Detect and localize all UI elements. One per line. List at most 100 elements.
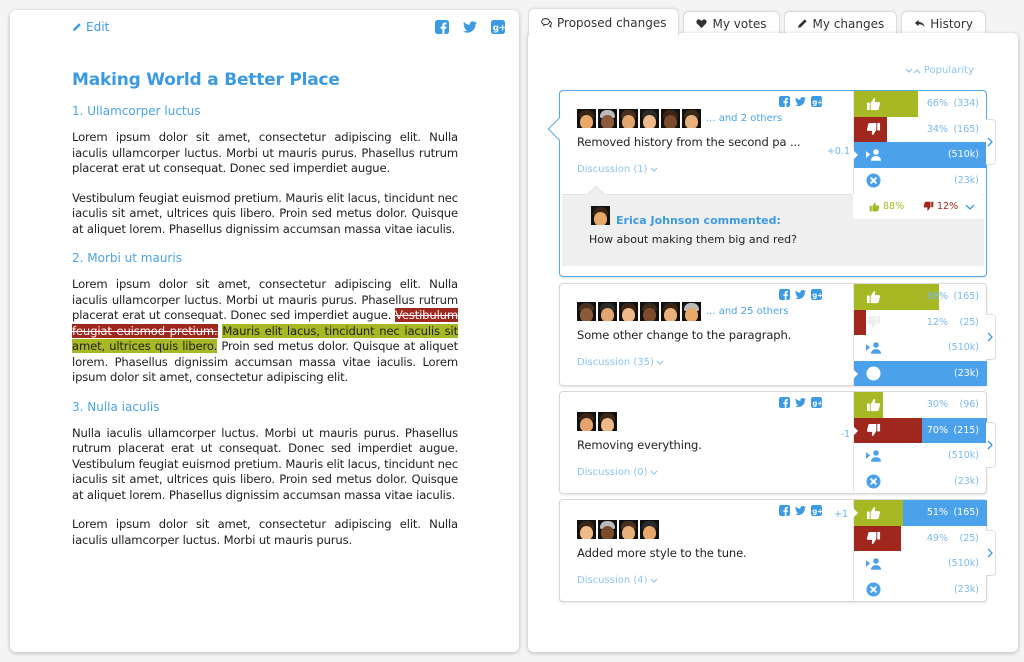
vote-panel: 88% (165) 12% (25) (510k) (23k)	[853, 284, 987, 386]
change-card[interactable]: Removing everything. Discussion (0) -1 30…	[559, 391, 996, 495]
facebook-icon[interactable]	[779, 505, 790, 516]
google-plus-icon[interactable]	[811, 289, 822, 300]
paragraph: Lorem ipsum dolor sit amet, consectetur …	[72, 130, 458, 175]
avatar[interactable]	[577, 109, 596, 128]
reject-vote-row[interactable]: 34% (165)	[854, 116, 987, 142]
facebook-icon[interactable]	[779, 96, 790, 107]
chevron-down-icon	[650, 167, 658, 172]
google-plus-icon[interactable]	[811, 397, 822, 408]
discussion-label: Discussion (35)	[577, 357, 654, 368]
expand-votes-button[interactable]	[986, 314, 996, 360]
twitter-icon[interactable]	[795, 505, 806, 516]
approve-vote-row[interactable]: 51% (165)	[853, 500, 987, 526]
approve-vote-row[interactable]: 30% (96)	[854, 392, 987, 418]
google-plus-icon[interactable]	[491, 20, 505, 34]
supporter-avatars	[577, 520, 659, 539]
change-card[interactable]: ... and 2 others Removed history from the…	[547, 90, 996, 277]
twitter-icon[interactable]	[795, 289, 806, 300]
thumbs-down-icon	[923, 201, 934, 212]
comment-approve[interactable]: 88%	[869, 201, 904, 212]
delegate-vote-count: (510k)	[947, 149, 979, 161]
delegate-vote-row[interactable]: (510k)	[854, 551, 987, 577]
comment-reject[interactable]: 12%	[923, 201, 958, 212]
discussion-toggle[interactable]: Discussion (0)	[577, 467, 658, 478]
avatar[interactable]	[577, 302, 596, 321]
avatar[interactable]	[640, 520, 659, 539]
pencil-icon	[797, 19, 807, 28]
reject-vote-row[interactable]: 49% (25)	[854, 525, 987, 551]
avatar[interactable]	[619, 520, 638, 539]
sort-popularity-button[interactable]: Popularity	[905, 65, 974, 76]
facebook-icon[interactable]	[779, 289, 790, 300]
approve-vote-count: (165)	[953, 291, 979, 303]
tab-my-changes[interactable]: My changes	[783, 11, 898, 35]
avatar[interactable]	[682, 109, 701, 128]
vote-panel: 51% (165) 49% (25) (510k) (23k)	[853, 500, 987, 601]
delegate-vote-row[interactable]: (510k)	[854, 443, 987, 469]
avatar[interactable]	[682, 302, 701, 321]
avatar[interactable]	[598, 520, 617, 539]
row-pointer	[853, 368, 858, 379]
facebook-icon[interactable]	[779, 397, 790, 408]
avatar[interactable]	[577, 520, 596, 539]
avatar[interactable]	[640, 302, 659, 321]
tab-history[interactable]: History	[901, 11, 986, 35]
abstain-vote-row[interactable]: (23k)	[854, 469, 987, 495]
abstain-vote-row[interactable]: (23k)	[854, 577, 987, 603]
twitter-icon[interactable]	[463, 20, 477, 34]
change-description: Added more style to the tune.	[577, 546, 747, 560]
tab-proposed-changes[interactable]: Proposed changes	[528, 8, 680, 36]
google-plus-icon[interactable]	[811, 505, 822, 516]
change-share-bar	[779, 289, 822, 300]
reject-vote-row[interactable]: 70% (215)	[853, 417, 987, 443]
expand-votes-button[interactable]	[986, 530, 996, 576]
abstain-vote-count: (23k)	[953, 367, 979, 379]
avatar[interactable]	[661, 302, 680, 321]
abstain-vote-row[interactable]: (23k)	[854, 168, 987, 194]
change-card[interactable]: Added more style to the tune. Discussion…	[559, 499, 996, 602]
others-link[interactable]: ... and 2 others	[706, 113, 782, 124]
google-plus-icon[interactable]	[811, 96, 822, 107]
approve-vote-row[interactable]: 88% (165)	[854, 284, 987, 310]
tab-label: Proposed changes	[557, 15, 667, 30]
avatar[interactable]	[598, 412, 617, 431]
score-change: +0.1	[826, 146, 850, 157]
delegate-vote-row[interactable]: (510k)	[853, 142, 987, 168]
change-card[interactable]: ... and 25 others Some other change to th…	[559, 283, 996, 386]
delegate-vote-row[interactable]: (510k)	[854, 335, 987, 361]
changes-panel: Popularity ... and 2 others Removed histo…	[528, 33, 1018, 652]
others-link[interactable]: ... and 25 others	[706, 306, 788, 317]
abstain-vote-count: (23k)	[953, 475, 979, 487]
edit-button[interactable]: Edit	[72, 20, 109, 34]
comment-author[interactable]: Erica Johnson commented:	[616, 214, 781, 227]
avatar[interactable]	[640, 109, 659, 128]
discussion-toggle[interactable]: Discussion (1)	[577, 164, 658, 175]
document-panel: Edit Making World a Better Place 1. Ulla…	[10, 10, 519, 652]
avatar[interactable]	[598, 302, 617, 321]
reject-vote-row[interactable]: 12% (25)	[854, 309, 987, 335]
approve-vote-row[interactable]: 66% (334)	[854, 91, 987, 117]
tab-my-votes[interactable]: My votes	[683, 11, 780, 35]
twitter-icon[interactable]	[795, 397, 806, 408]
reject-vote-percent: 34%	[926, 123, 948, 135]
avatar[interactable]	[619, 302, 638, 321]
expand-votes-button[interactable]	[986, 119, 996, 165]
tab-label: My changes	[812, 16, 885, 31]
sort-toggle-icon	[905, 68, 921, 73]
vote-panel: 66% (334) 34% (165) (510k) (23k)	[853, 91, 987, 194]
twitter-icon[interactable]	[795, 96, 806, 107]
avatar[interactable]	[577, 412, 596, 431]
chevron-down-icon[interactable]	[965, 204, 975, 210]
avatar[interactable]	[598, 109, 617, 128]
delegate-user-icon	[865, 556, 881, 572]
thumbs-down-icon	[865, 314, 881, 330]
expand-votes-button[interactable]	[986, 422, 996, 468]
avatar[interactable]	[661, 109, 680, 128]
discussion-toggle[interactable]: Discussion (35)	[577, 357, 664, 368]
abstain-x-icon	[865, 473, 881, 489]
facebook-icon[interactable]	[435, 20, 449, 34]
abstain-vote-row[interactable]: (23k)	[853, 360, 987, 386]
commenter-avatar[interactable]	[591, 206, 610, 225]
discussion-toggle[interactable]: Discussion (4)	[577, 575, 658, 586]
avatar[interactable]	[619, 109, 638, 128]
